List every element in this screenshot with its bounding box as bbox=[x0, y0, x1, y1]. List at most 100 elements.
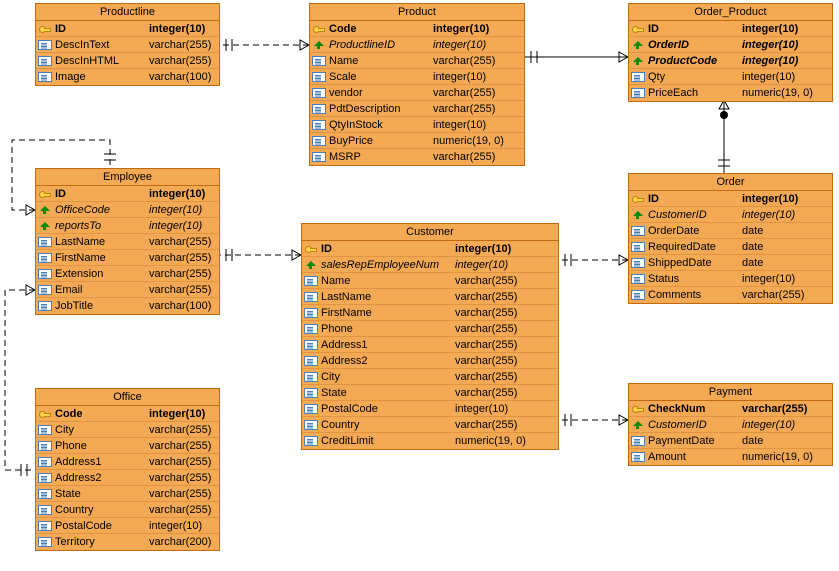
column-row[interactable]: CustomerIDinteger(10) bbox=[629, 207, 832, 223]
column-row[interactable]: DescInHTMLvarchar(255) bbox=[36, 53, 219, 69]
column-name: Country bbox=[55, 504, 149, 516]
column-icon bbox=[38, 237, 52, 247]
column-row[interactable]: Amountnumeric(19, 0) bbox=[629, 449, 832, 465]
column-row[interactable]: PostalCodeinteger(10) bbox=[302, 401, 558, 417]
column-row[interactable]: Cityvarchar(255) bbox=[302, 369, 558, 385]
entity-order-product[interactable]: Order_ProductIDinteger(10)OrderIDinteger… bbox=[628, 3, 833, 102]
column-row[interactable]: salesRepEmployeeNuminteger(10) bbox=[302, 257, 558, 273]
column-row[interactable]: Address1varchar(255) bbox=[36, 454, 219, 470]
column-type: integer(10) bbox=[149, 23, 209, 35]
column-name: salesRepEmployeeNum bbox=[321, 259, 455, 271]
column-row[interactable]: IDinteger(10) bbox=[36, 21, 219, 37]
column-row[interactable]: OfficeCodeinteger(10) bbox=[36, 202, 219, 218]
column-type: varchar(255) bbox=[149, 39, 215, 51]
column-row[interactable]: OrderDatedate bbox=[629, 223, 832, 239]
primary-key-icon bbox=[312, 23, 326, 35]
column-row[interactable]: Statevarchar(255) bbox=[302, 385, 558, 401]
column-row[interactable]: Territoryvarchar(200) bbox=[36, 534, 219, 550]
column-row[interactable]: IDinteger(10) bbox=[302, 241, 558, 257]
column-row[interactable]: FirstNamevarchar(255) bbox=[302, 305, 558, 321]
column-row[interactable]: Statusinteger(10) bbox=[629, 271, 832, 287]
column-row[interactable]: PostalCodeinteger(10) bbox=[36, 518, 219, 534]
column-row[interactable]: RequiredDatedate bbox=[629, 239, 832, 255]
column-row[interactable]: FirstNamevarchar(255) bbox=[36, 250, 219, 266]
column-row[interactable]: reportsTointeger(10) bbox=[36, 218, 219, 234]
entity-order[interactable]: OrderIDinteger(10)CustomerIDinteger(10)O… bbox=[628, 173, 833, 304]
column-icon bbox=[304, 356, 318, 366]
entity-title: Payment bbox=[629, 384, 832, 401]
column-row[interactable]: Emailvarchar(255) bbox=[36, 282, 219, 298]
column-row[interactable]: PdtDescriptionvarchar(255) bbox=[310, 101, 524, 117]
column-row[interactable]: CreditLimitnumeric(19, 0) bbox=[302, 433, 558, 449]
column-name: PriceEach bbox=[648, 87, 742, 99]
column-row[interactable]: LastNamevarchar(255) bbox=[302, 289, 558, 305]
column-row[interactable]: PaymentDatedate bbox=[629, 433, 832, 449]
column-row[interactable]: ShippedDatedate bbox=[629, 255, 832, 271]
column-row[interactable]: Phonevarchar(255) bbox=[302, 321, 558, 337]
entity-title: Employee bbox=[36, 169, 219, 186]
column-row[interactable]: vendorvarchar(255) bbox=[310, 85, 524, 101]
column-row[interactable]: Countryvarchar(255) bbox=[302, 417, 558, 433]
column-row[interactable]: QtyInStockinteger(10) bbox=[310, 117, 524, 133]
column-row[interactable]: OrderIDinteger(10) bbox=[629, 37, 832, 53]
column-row[interactable]: Address1varchar(255) bbox=[302, 337, 558, 353]
column-row[interactable]: Address2varchar(255) bbox=[36, 470, 219, 486]
entity-productline[interactable]: ProductlineIDinteger(10)DescInTextvarcha… bbox=[35, 3, 220, 86]
column-row[interactable]: ProductCodeinteger(10) bbox=[629, 53, 832, 69]
column-row[interactable]: Commentsvarchar(255) bbox=[629, 287, 832, 303]
column-type: varchar(255) bbox=[455, 371, 521, 383]
column-type: varchar(255) bbox=[455, 387, 521, 399]
column-row[interactable]: DescInTextvarchar(255) bbox=[36, 37, 219, 53]
column-type: varchar(255) bbox=[433, 87, 499, 99]
column-row[interactable]: Cityvarchar(255) bbox=[36, 422, 219, 438]
column-type: integer(10) bbox=[433, 119, 490, 131]
entity-product[interactable]: ProductCodeinteger(10)ProductlineIDinteg… bbox=[309, 3, 525, 166]
column-type: integer(10) bbox=[742, 55, 802, 67]
column-name: reportsTo bbox=[55, 220, 149, 232]
entity-title: Order_Product bbox=[629, 4, 832, 21]
column-row[interactable]: Address2varchar(255) bbox=[302, 353, 558, 369]
column-row[interactable]: CheckNumvarchar(255) bbox=[629, 401, 832, 417]
column-name: CustomerID bbox=[648, 419, 742, 431]
entity-office[interactable]: OfficeCodeinteger(10)Cityvarchar(255)Pho… bbox=[35, 388, 220, 551]
column-row[interactable]: Namevarchar(255) bbox=[302, 273, 558, 289]
column-row[interactable]: Codeinteger(10) bbox=[36, 406, 219, 422]
entity-title: Productline bbox=[36, 4, 219, 21]
column-name: LastName bbox=[55, 236, 149, 248]
column-type: varchar(255) bbox=[149, 472, 215, 484]
column-row[interactable]: ProductlineIDinteger(10) bbox=[310, 37, 524, 53]
column-row[interactable]: JobTitlevarchar(100) bbox=[36, 298, 219, 314]
column-row[interactable]: Imagevarchar(100) bbox=[36, 69, 219, 85]
column-row[interactable]: Phonevarchar(255) bbox=[36, 438, 219, 454]
column-row[interactable]: Namevarchar(255) bbox=[310, 53, 524, 69]
primary-key-icon bbox=[38, 408, 52, 420]
column-icon bbox=[38, 505, 52, 515]
column-row[interactable]: Codeinteger(10) bbox=[310, 21, 524, 37]
entity-employee[interactable]: EmployeeIDinteger(10)OfficeCodeinteger(1… bbox=[35, 168, 220, 315]
primary-key-icon bbox=[631, 403, 645, 415]
column-row[interactable]: LastNamevarchar(255) bbox=[36, 234, 219, 250]
column-name: Extension bbox=[55, 268, 149, 280]
column-row[interactable]: Extensionvarchar(255) bbox=[36, 266, 219, 282]
entity-payment[interactable]: PaymentCheckNumvarchar(255)CustomerIDint… bbox=[628, 383, 833, 466]
column-type: integer(10) bbox=[742, 273, 799, 285]
column-row[interactable]: IDinteger(10) bbox=[629, 21, 832, 37]
column-row[interactable]: MSRPvarchar(255) bbox=[310, 149, 524, 165]
column-type: varchar(255) bbox=[455, 291, 521, 303]
column-icon bbox=[38, 441, 52, 451]
column-row[interactable]: Statevarchar(255) bbox=[36, 486, 219, 502]
column-name: ID bbox=[648, 193, 742, 205]
column-row[interactable]: PriceEachnumeric(19, 0) bbox=[629, 85, 832, 101]
entity-customer[interactable]: CustomerIDinteger(10)salesRepEmployeeNum… bbox=[301, 223, 559, 450]
column-row[interactable]: IDinteger(10) bbox=[36, 186, 219, 202]
column-name: City bbox=[321, 371, 455, 383]
column-row[interactable]: Qtyinteger(10) bbox=[629, 69, 832, 85]
column-row[interactable]: CustomerIDinteger(10) bbox=[629, 417, 832, 433]
column-name: PostalCode bbox=[55, 520, 149, 532]
column-type: integer(10) bbox=[742, 209, 799, 221]
column-row[interactable]: Scaleinteger(10) bbox=[310, 69, 524, 85]
column-icon bbox=[312, 136, 326, 146]
column-row[interactable]: Countryvarchar(255) bbox=[36, 502, 219, 518]
column-row[interactable]: IDinteger(10) bbox=[629, 191, 832, 207]
column-row[interactable]: BuyPricenumeric(19, 0) bbox=[310, 133, 524, 149]
